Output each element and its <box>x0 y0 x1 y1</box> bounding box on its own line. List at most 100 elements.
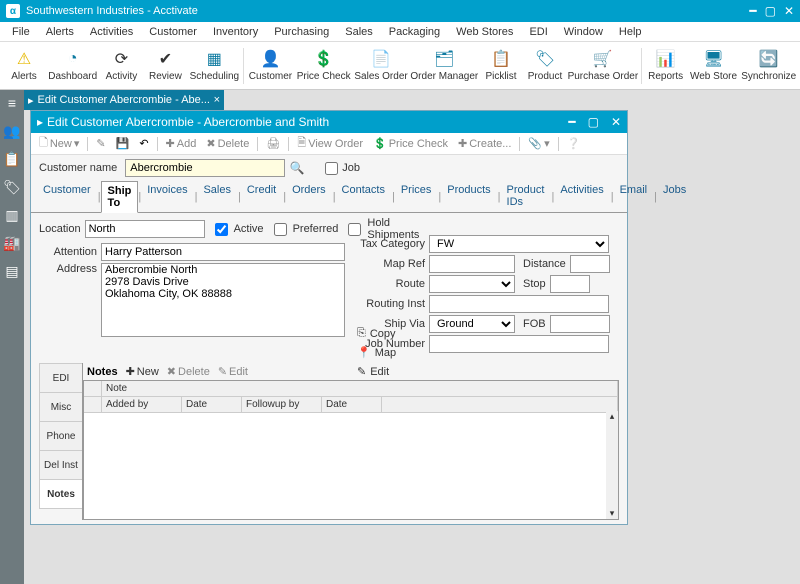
view-order-button[interactable]: 🗎View Order <box>293 133 367 154</box>
menu-customer[interactable]: Customer <box>141 24 205 40</box>
fob-input[interactable] <box>550 315 610 333</box>
edit-button[interactable]: ✎ <box>92 136 109 151</box>
tool-sales-order[interactable]: 📄Sales Order <box>352 47 409 84</box>
tax-category-select[interactable]: FW <box>429 235 609 253</box>
tool-purchase-order[interactable]: 🛒Purchase Order <box>567 47 639 84</box>
customer-name-input[interactable] <box>125 159 285 177</box>
undo-button[interactable]: ↶ <box>135 136 152 151</box>
ship-via-select[interactable]: Ground <box>429 315 515 333</box>
map-link[interactable]: 📍Map <box>357 346 396 359</box>
copy-link[interactable]: ⎘Copy <box>357 327 396 340</box>
notes-new-button[interactable]: ✚New <box>126 365 159 378</box>
tab-product-ids[interactable]: Product IDs <box>501 181 552 212</box>
route-select[interactable] <box>429 275 515 293</box>
price-check-button[interactable]: 💲Price Check <box>369 136 452 151</box>
job-number-input[interactable] <box>429 335 609 353</box>
tool-picklist[interactable]: 📋Picklist <box>479 47 523 84</box>
close-icon[interactable]: ✕ <box>784 4 794 18</box>
menu-packaging[interactable]: Packaging <box>381 24 448 40</box>
factory-icon[interactable]: 🏭 <box>3 234 21 252</box>
tab-invoices[interactable]: Invoices <box>141 181 194 212</box>
tab-prices[interactable]: Prices <box>395 181 439 212</box>
col-added-by[interactable]: Added by <box>102 397 182 412</box>
tool-scheduling[interactable]: ▦Scheduling <box>187 47 241 84</box>
tool-synchronize[interactable]: 🔄Synchronize <box>739 47 798 84</box>
tool-price-check[interactable]: 💲Price Check <box>295 47 353 84</box>
notebook-icon[interactable]: ▤ <box>3 262 21 280</box>
create-button[interactable]: ✚Create... <box>454 136 515 151</box>
menu-alerts[interactable]: Alerts <box>38 24 82 40</box>
tab-customer[interactable]: Customer <box>37 181 98 212</box>
mdi-tab[interactable]: ▸ Edit Customer Abercrombie - Abe... × <box>24 90 224 110</box>
hamburger-icon[interactable]: ≡ <box>3 94 21 112</box>
stop-input[interactable] <box>550 275 590 293</box>
tab-credit[interactable]: Credit <box>241 181 283 212</box>
vtab-edi[interactable]: EDI <box>39 363 82 393</box>
menu-edi[interactable]: EDI <box>521 24 555 40</box>
delete-button[interactable]: ✖Delete <box>202 136 253 151</box>
tag-icon[interactable]: 🏷 <box>3 178 21 196</box>
tab-email[interactable]: Email <box>614 181 655 212</box>
scroll-down-icon[interactable]: ▾ <box>610 508 615 519</box>
menu-activities[interactable]: Activities <box>82 24 141 40</box>
help-button[interactable]: ❔ <box>563 136 585 151</box>
tab-jobs[interactable]: Jobs <box>657 181 693 212</box>
col-note[interactable]: Note <box>102 381 618 396</box>
menu-file[interactable]: File <box>4 24 38 40</box>
new-button[interactable]: 🗋New▾ <box>35 133 83 154</box>
vtab-misc[interactable]: Misc <box>39 392 82 422</box>
tab-activities[interactable]: Activities <box>554 181 610 212</box>
add-button[interactable]: ✚Add <box>162 136 201 151</box>
menu-sales[interactable]: Sales <box>337 24 381 40</box>
tool-product[interactable]: 🏷Product <box>523 47 567 84</box>
clipboard-icon[interactable]: 📋 <box>3 150 21 168</box>
minimize-icon[interactable]: ━ <box>749 4 756 18</box>
vtab-notes[interactable]: Notes <box>39 479 82 509</box>
tab-sales[interactable]: Sales <box>197 181 238 212</box>
child-minimize-icon[interactable]: ━ <box>568 115 575 129</box>
menu-web stores[interactable]: Web Stores <box>448 24 521 40</box>
people-icon[interactable]: 👥 <box>3 122 21 140</box>
edit-link[interactable]: ✎Edit <box>357 365 396 378</box>
vtab-del-inst[interactable]: Del Inst <box>39 450 82 480</box>
notes-edit-button[interactable]: ✎Edit <box>218 365 248 378</box>
grid-scrollbar[interactable]: ▴▾ <box>606 411 618 519</box>
tool-reports[interactable]: 📊Reports <box>644 47 688 84</box>
child-maximize-icon[interactable]: ▢ <box>588 115 599 129</box>
search-icon[interactable]: 🔍 <box>289 161 305 175</box>
tab-ship-to[interactable]: Ship To <box>101 181 139 213</box>
menu-inventory[interactable]: Inventory <box>205 24 266 40</box>
tool-review[interactable]: ✔Review <box>143 47 187 84</box>
menu-purchasing[interactable]: Purchasing <box>266 24 337 40</box>
maximize-icon[interactable]: ▢ <box>765 4 776 18</box>
tab-orders[interactable]: Orders <box>286 181 333 212</box>
routing-inst-input[interactable] <box>429 295 609 313</box>
preferred-checkbox[interactable] <box>274 223 287 236</box>
tool-customer[interactable]: 👤Customer <box>246 47 295 84</box>
distance-input[interactable] <box>570 255 610 273</box>
address-textarea[interactable] <box>101 263 345 337</box>
tool-order-manager[interactable]: 🗂Order Manager <box>410 47 479 84</box>
chart-icon[interactable]: ▥ <box>3 206 21 224</box>
notes-delete-button[interactable]: ✖Delete <box>167 365 210 378</box>
child-close-icon[interactable]: ✕ <box>611 115 621 129</box>
tab-products[interactable]: Products <box>441 181 497 212</box>
col-date1[interactable]: Date <box>182 397 242 412</box>
tool-web-store[interactable]: 🖥Web Store <box>688 47 740 84</box>
save-button[interactable]: 💾 <box>112 136 134 151</box>
mdi-tab-close-icon[interactable]: × <box>214 94 220 106</box>
tool-activity[interactable]: ⟳Activity <box>99 47 143 84</box>
attach-button[interactable]: 📎▾ <box>524 136 553 151</box>
tab-contacts[interactable]: Contacts <box>336 181 392 212</box>
scroll-up-icon[interactable]: ▴ <box>610 411 615 422</box>
col-date2[interactable]: Date <box>322 397 382 412</box>
map-ref-input[interactable] <box>429 255 515 273</box>
print-button[interactable]: 🖨 <box>262 136 284 151</box>
vtab-phone[interactable]: Phone <box>39 421 82 451</box>
active-checkbox[interactable] <box>215 223 228 236</box>
attention-input[interactable] <box>101 243 345 261</box>
location-input[interactable] <box>85 220 205 238</box>
tool-alerts[interactable]: ⚠Alerts <box>2 47 46 84</box>
tool-dashboard[interactable]: ◔Dashboard <box>46 47 99 84</box>
job-checkbox[interactable] <box>325 162 338 175</box>
